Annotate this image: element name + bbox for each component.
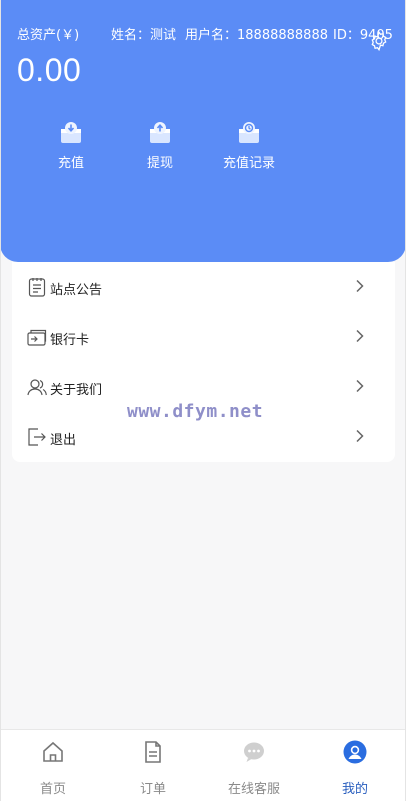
chevron-right-icon: [356, 329, 364, 343]
account-info-row: 总资产(￥) 姓名：测试 用户名：18888888888 ID：9405: [17, 24, 406, 43]
menu-label-about: 关于我们: [50, 383, 103, 398]
frame-border-left: [0, 0, 1, 801]
site-watermark: www.dfym.net: [127, 401, 264, 422]
withdraw-button[interactable]: 提现: [120, 120, 200, 171]
recharge-label: 充值: [57, 156, 84, 171]
home-icon: [43, 741, 63, 762]
tab-mine[interactable]: 我的: [305, 730, 405, 802]
bank-card-icon: [27, 329, 47, 346]
bottom-tab-bar: 首页 订单 在线客服 我的: [0, 729, 406, 802]
recharge-records-button[interactable]: 充值记录: [209, 120, 289, 171]
tab-orders[interactable]: 订单: [103, 730, 203, 802]
tab-home[interactable]: 首页: [3, 730, 103, 802]
tab-label-orders: 订单: [139, 782, 166, 797]
notice-icon: [28, 278, 46, 297]
account-header: 总资产(￥) 姓名：测试 用户名：18888888888 ID：9405 0.0…: [0, 0, 406, 262]
username-text: 用户名：18888888888: [185, 28, 328, 43]
logout-icon: [28, 428, 46, 446]
settings-gear-icon[interactable]: [368, 30, 390, 52]
menu-label-bank-card: 银行卡: [50, 333, 90, 348]
chevron-right-icon: [356, 279, 364, 293]
menu-list: 站点公告 银行卡 关于我们 退出: [12, 262, 395, 462]
wallet-history-icon: [239, 122, 259, 143]
chat-icon: [244, 742, 264, 762]
tab-label-mine: 我的: [341, 782, 368, 797]
menu-item-bank-card[interactable]: 银行卡: [12, 312, 395, 362]
recharge-records-label: 充值记录: [222, 156, 275, 171]
menu-label-notice: 站点公告: [50, 283, 103, 298]
user-circle-icon: [343, 740, 367, 764]
balance-amount: 0.00: [17, 52, 82, 88]
menu-label-logout: 退出: [50, 433, 77, 448]
recharge-button[interactable]: 充值: [31, 120, 111, 171]
user-name-text: 姓名：测试: [111, 28, 177, 43]
chevron-right-icon: [356, 379, 364, 393]
tab-label-online-service: 在线客服: [227, 782, 280, 797]
tab-label-home: 首页: [39, 782, 66, 797]
withdraw-label: 提现: [146, 156, 173, 171]
wallet-deposit-icon: [61, 122, 81, 143]
total-assets-label: 总资产(￥): [17, 28, 80, 43]
document-icon: [145, 741, 161, 763]
users-icon: [27, 379, 47, 396]
chevron-right-icon: [356, 429, 364, 443]
tab-online-service[interactable]: 在线客服: [204, 730, 304, 802]
menu-item-notice[interactable]: 站点公告: [12, 262, 395, 312]
wallet-withdraw-icon: [150, 122, 170, 143]
